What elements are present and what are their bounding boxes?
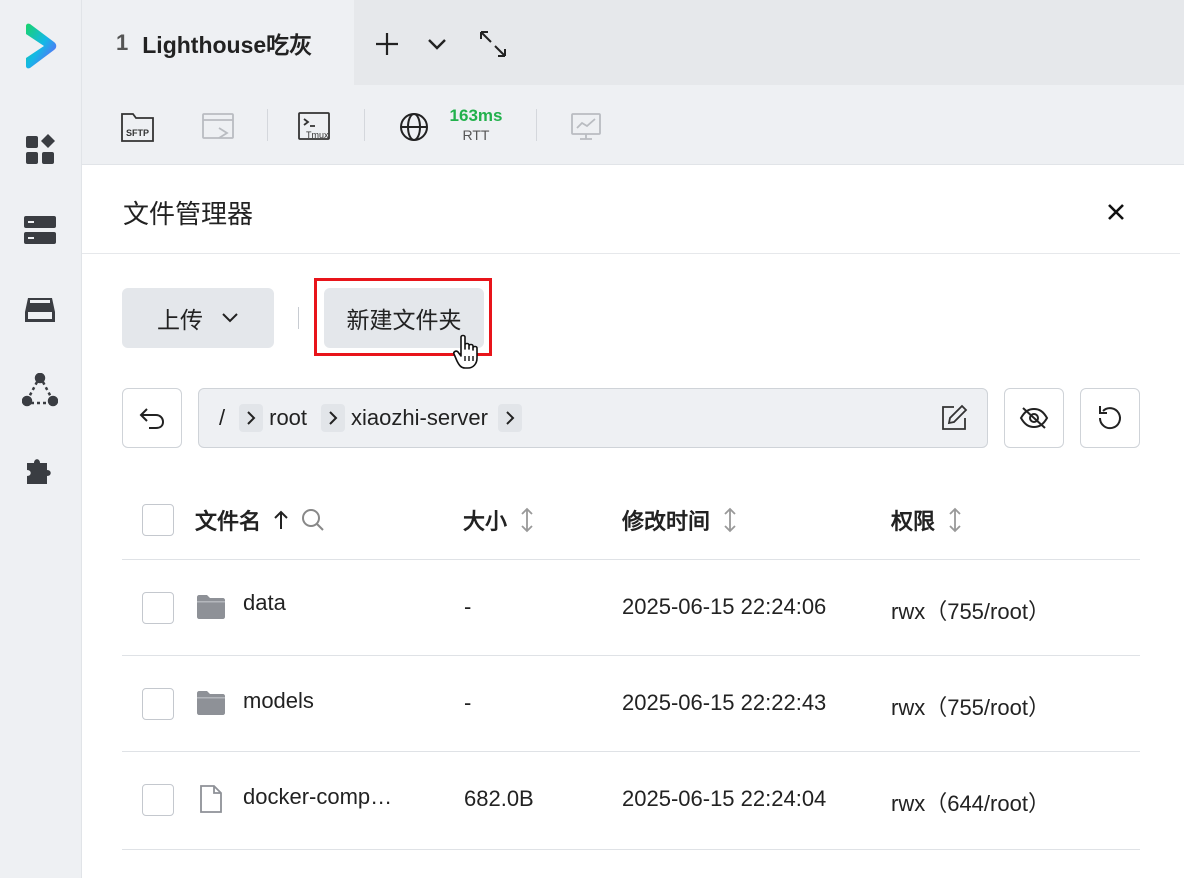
- refresh-button[interactable]: [1080, 388, 1140, 448]
- col-modified-label: 修改时间: [622, 509, 711, 534]
- sort-icon[interactable]: [722, 507, 738, 533]
- path-bar[interactable]: / root xiaozhi-server: [198, 388, 988, 448]
- table-row[interactable]: docker-comp… 682.0B 2025-06-15 22:24:04 …: [122, 752, 1140, 850]
- file-perm: rwx（644/root）: [891, 791, 1050, 816]
- file-size: -: [464, 594, 472, 619]
- file-perm: rwx（755/root）: [891, 599, 1050, 624]
- chevron-down-icon: [221, 312, 239, 324]
- file-size: 682.0B: [464, 786, 534, 811]
- back-button[interactable]: [122, 388, 182, 448]
- sort-asc-icon[interactable]: [273, 510, 289, 530]
- row-checkbox[interactable]: [142, 784, 174, 816]
- toolbar: SFTP Tmux 163ms RTT: [82, 85, 1184, 165]
- file-manager-panel: 文件管理器 上传 新建文件夹 / root xiaozhi-server 文件名…: [82, 166, 1180, 878]
- tab-lighthouse[interactable]: 1 Lighthouse吃灰: [82, 0, 354, 85]
- col-name-label: 文件名: [195, 509, 262, 534]
- breadcrumb-item-xiaozhi-server[interactable]: xiaozhi-server: [351, 405, 488, 431]
- file-name[interactable]: docker-comp…: [243, 784, 392, 810]
- folder-icon: [196, 592, 226, 622]
- sftp-icon[interactable]: SFTP: [120, 107, 156, 147]
- monitor-chart-icon: [568, 107, 604, 147]
- rtt-value: 163ms: [449, 106, 503, 125]
- panel-header: 文件管理器: [82, 166, 1180, 254]
- file-icon: [196, 784, 226, 814]
- sort-icon[interactable]: [947, 507, 963, 533]
- sidebar: [0, 0, 82, 878]
- button-divider: [298, 307, 299, 329]
- toolbar-divider: [364, 109, 365, 141]
- eye-off-icon: [1019, 407, 1049, 429]
- table-header: 文件名 大小 修改时间 权限: [122, 478, 1140, 560]
- hand-cursor-icon: [452, 334, 482, 370]
- col-perm-label: 权限: [891, 509, 936, 534]
- storage-icon[interactable]: [22, 292, 58, 328]
- refresh-icon: [1098, 406, 1121, 430]
- plugin-icon[interactable]: [22, 452, 58, 488]
- file-table: 文件名 大小 修改时间 权限 data - 2025-06-15 22:24:0…: [122, 478, 1140, 850]
- chevron-down-icon[interactable]: [420, 26, 454, 62]
- expand-icon[interactable]: [476, 26, 510, 62]
- col-name: 文件名: [195, 504, 325, 536]
- globe-icon[interactable]: [396, 107, 432, 147]
- col-perm: 权限: [891, 504, 963, 536]
- file-modified: 2025-06-15 22:24:04: [622, 786, 827, 811]
- toolbar-divider: [536, 109, 537, 141]
- tmux-icon[interactable]: Tmux: [297, 107, 333, 147]
- table-row[interactable]: data - 2025-06-15 22:24:06 rwx（755/root）: [122, 560, 1140, 656]
- chevron-right-icon: [239, 404, 264, 432]
- server-icon[interactable]: [22, 212, 58, 248]
- col-size: 大小: [463, 504, 535, 536]
- app-logo[interactable]: [20, 22, 60, 70]
- tab-number: 1: [116, 29, 129, 55]
- dashboard-icon[interactable]: [22, 132, 58, 168]
- edit-path-icon[interactable]: [939, 403, 969, 433]
- network-icon[interactable]: [22, 372, 58, 408]
- chevron-right-icon[interactable]: [497, 404, 522, 432]
- table-row[interactable]: models - 2025-06-15 22:22:43 rwx（755/roo…: [122, 656, 1140, 752]
- file-name[interactable]: data: [243, 590, 286, 616]
- breadcrumb-root[interactable]: /: [219, 405, 225, 431]
- col-modified: 修改时间: [622, 504, 738, 536]
- tab-bar: 1 Lighthouse吃灰: [82, 0, 1184, 85]
- row-checkbox[interactable]: [142, 592, 174, 624]
- file-perm: rwx（755/root）: [891, 695, 1050, 720]
- toggle-hidden-button[interactable]: [1004, 388, 1064, 448]
- file-modified: 2025-06-15 22:22:43: [622, 690, 827, 715]
- svg-text:Tmux: Tmux: [306, 130, 329, 140]
- search-icon[interactable]: [301, 508, 325, 532]
- upload-button[interactable]: 上传: [122, 288, 274, 348]
- col-size-label: 大小: [463, 509, 508, 534]
- upload-label: 上传: [157, 307, 203, 333]
- chevron-right-icon: [321, 404, 346, 432]
- folder-icon: [196, 688, 226, 718]
- svg-text:SFTP: SFTP: [126, 128, 149, 138]
- rtt-label: RTT: [462, 127, 490, 143]
- undo-icon: [139, 408, 165, 429]
- file-modified: 2025-06-15 22:24:06: [622, 594, 827, 619]
- panel-title: 文件管理器: [123, 199, 254, 229]
- rtt-indicator: 163ms RTT: [440, 105, 512, 144]
- remote-desktop-icon: [200, 107, 236, 147]
- toolbar-divider: [267, 109, 268, 141]
- row-checkbox[interactable]: [142, 688, 174, 720]
- select-all-checkbox[interactable]: [142, 504, 174, 536]
- file-size: -: [464, 690, 472, 715]
- breadcrumb-item-root[interactable]: root: [269, 405, 307, 431]
- sort-icon[interactable]: [519, 507, 535, 533]
- close-icon[interactable]: [1102, 198, 1130, 226]
- add-tab-icon[interactable]: [370, 26, 404, 62]
- tab-title: Lighthouse吃灰: [142, 31, 313, 58]
- file-name[interactable]: models: [243, 688, 314, 714]
